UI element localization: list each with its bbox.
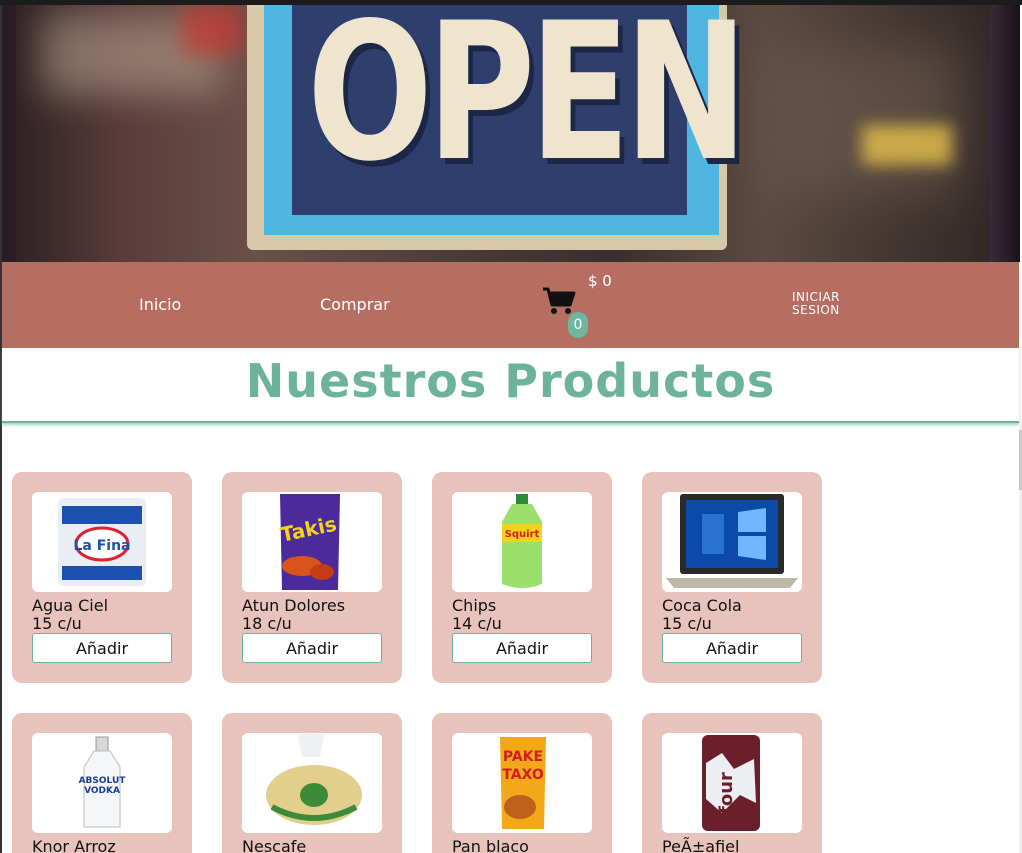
product-name: Agua Ciel — [32, 596, 109, 615]
shopping-cart-icon[interactable] — [542, 286, 576, 316]
svg-text:Squirt: Squirt — [505, 529, 540, 540]
svg-text:La Fina: La Fina — [73, 538, 130, 554]
product-name: Atun Dolores — [242, 596, 346, 615]
product-image-vodka-bottle: ABSOLUT VODKA — [32, 733, 172, 833]
svg-text:four: four — [716, 772, 737, 814]
product-name: Chips — [452, 596, 497, 615]
hero-banner: OPEN — [2, 5, 1020, 262]
product-image-rice-bag: La Fina — [32, 492, 172, 592]
product-name: PeÃ±afiel — [662, 837, 740, 853]
product-price: 15 c/u — [32, 614, 82, 633]
product-name: Nescafe — [242, 837, 307, 853]
product-price: 18 c/u — [242, 614, 292, 633]
product-name: Pan blaco — [452, 837, 529, 853]
add-to-cart-button[interactable]: Añadir — [662, 633, 802, 663]
product-card: Coca Cola 15 c/u Añadir — [642, 472, 822, 683]
svg-text:ABSOLUT: ABSOLUT — [79, 776, 127, 786]
product-card: Takis Atun Dolores 18 c/u Añadir — [222, 472, 402, 683]
product-image-laptop — [662, 492, 802, 592]
product-name: Coca Cola — [662, 596, 742, 615]
add-to-cart-button[interactable]: Añadir — [452, 633, 592, 663]
title-section: Nuestros Productos — [2, 348, 1019, 423]
product-image-can: four — [662, 733, 802, 833]
add-to-cart-button[interactable]: Añadir — [32, 633, 172, 663]
product-card: four PeÃ±afiel — [642, 713, 822, 853]
product-name: Knor Arroz — [32, 837, 116, 853]
product-card: ABSOLUT VODKA Knor Arroz — [12, 713, 192, 853]
product-image-chips-bag: PAKE TAXO — [452, 733, 592, 833]
svg-text:VODKA: VODKA — [84, 786, 120, 796]
nav-inicio-link[interactable]: Inicio — [139, 295, 181, 314]
open-sign-text: OPEN — [307, 5, 748, 203]
product-image-tortillas — [242, 733, 382, 833]
nav-comprar-link[interactable]: Comprar — [320, 295, 390, 314]
product-card: PAKE TAXO Pan blaco — [432, 713, 612, 853]
product-image-takis-bag: Takis — [242, 492, 382, 592]
login-link[interactable]: INICIAR SESION — [792, 291, 862, 317]
add-to-cart-button[interactable]: Añadir — [242, 633, 382, 663]
svg-text:PAKE: PAKE — [503, 749, 543, 765]
cart-count-badge: 0 — [568, 312, 588, 338]
product-price: 15 c/u — [662, 614, 712, 633]
product-card: La Fina Agua Ciel 15 c/u Añadir — [12, 472, 192, 683]
page-title: Nuestros Productos — [245, 354, 776, 408]
svg-text:TAXO: TAXO — [502, 767, 544, 783]
navbar: Inicio Comprar $ 0 0 INICIAR SESION — [2, 262, 1019, 348]
product-price: 14 c/u — [452, 614, 502, 633]
product-image-soda-bottle: Squirt — [452, 492, 592, 592]
product-card: Nescafe — [222, 713, 402, 853]
product-card: Squirt Chips 14 c/u Añadir — [432, 472, 612, 683]
cart-total: $ 0 — [588, 272, 612, 290]
